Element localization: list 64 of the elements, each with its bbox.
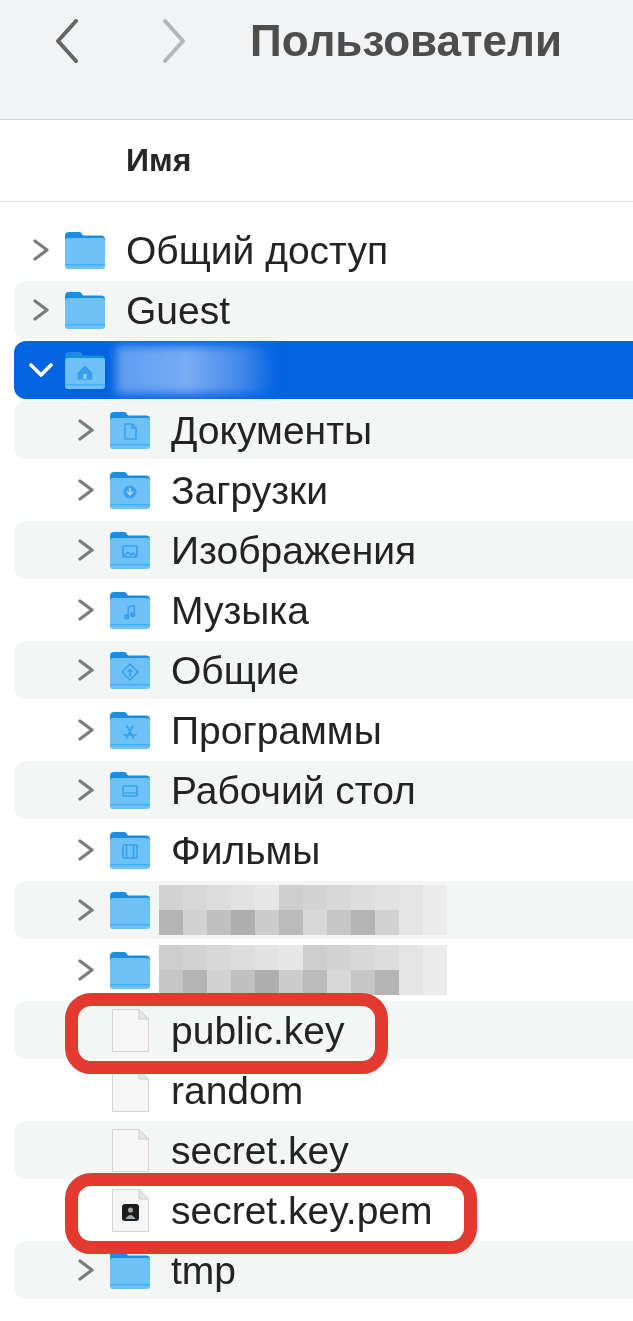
list-row[interactable]: Общие [14, 641, 633, 699]
list-row[interactable]: Загрузки [14, 461, 633, 519]
chevron-right-icon[interactable] [33, 239, 49, 261]
chevron-down-icon[interactable] [29, 363, 53, 377]
folder-icon [64, 290, 106, 330]
list-row[interactable]: secret.key.pem [14, 1181, 633, 1239]
file-name: Фильмы [171, 828, 321, 874]
file-name: Изображения [171, 528, 417, 574]
list-row[interactable]: Фильмы [14, 821, 633, 879]
chevron-right-icon[interactable] [78, 659, 94, 681]
chevron-right-icon[interactable] [78, 419, 94, 441]
file-name: secret.key.pem [171, 1188, 433, 1234]
chevron-right-icon[interactable] [78, 1259, 94, 1281]
list-row[interactable]: secret.key [14, 1121, 633, 1179]
folder-icon [109, 890, 151, 930]
file-name: Документы [171, 408, 373, 454]
folder-icon [64, 230, 106, 270]
file-name: Музыка [171, 588, 309, 634]
chevron-right-icon[interactable] [78, 599, 94, 621]
file-name: tmp [171, 1248, 236, 1294]
window-title: Пользователи [250, 18, 563, 63]
list-row[interactable]: Рабочий стол [14, 761, 633, 819]
file-name: secret.key [171, 1128, 349, 1174]
apps-folder-icon [109, 710, 151, 750]
desktop-folder-icon [109, 770, 151, 810]
folder-icon [109, 950, 151, 990]
document-icon [111, 1128, 149, 1172]
list-row[interactable]: Музыка [14, 581, 633, 639]
music-folder-icon [109, 590, 151, 630]
document-folder-icon [109, 410, 151, 450]
file-name: Загрузки [171, 468, 328, 514]
file-name: Рабочий стол [171, 768, 416, 814]
file-name: Программы [171, 708, 382, 754]
list-row[interactable]: public.key [14, 1001, 633, 1059]
chevron-right-icon[interactable] [78, 959, 94, 981]
list-row[interactable]: random [14, 1061, 633, 1119]
chevron-right-icon[interactable] [78, 479, 94, 501]
picture-folder-icon [109, 530, 151, 570]
certificate-file-icon [111, 1188, 149, 1232]
name-column-header[interactable]: Имя [126, 141, 192, 180]
list-row[interactable]: Программы [14, 701, 633, 759]
file-name: random [171, 1068, 304, 1114]
document-icon [111, 1008, 149, 1052]
list-row[interactable] [14, 881, 633, 939]
file-name: Общие [171, 648, 300, 694]
file-name: public.key [171, 1008, 345, 1054]
list-row[interactable]: Guest [14, 281, 633, 339]
chevron-right-icon[interactable] [78, 719, 94, 741]
list-row[interactable]: Общий доступ [14, 221, 633, 279]
chevron-right-icon[interactable] [78, 839, 94, 861]
list-row[interactable]: Изображения [14, 521, 633, 579]
chevron-right-icon[interactable] [33, 299, 49, 321]
chevron-right-icon[interactable] [78, 539, 94, 561]
diamond-folder-icon [109, 650, 151, 690]
film-folder-icon [109, 830, 151, 870]
chevron-right-icon[interactable] [78, 899, 94, 921]
file-name: Guest [126, 288, 231, 334]
download-folder-icon [109, 470, 151, 510]
list-row[interactable]: Документы [14, 401, 633, 459]
file-name: Общий доступ [126, 228, 389, 274]
chevron-left-icon[interactable] [55, 18, 79, 63]
home-folder-icon [64, 350, 106, 390]
chevron-right-icon[interactable] [78, 779, 94, 801]
list-row[interactable] [14, 341, 633, 399]
